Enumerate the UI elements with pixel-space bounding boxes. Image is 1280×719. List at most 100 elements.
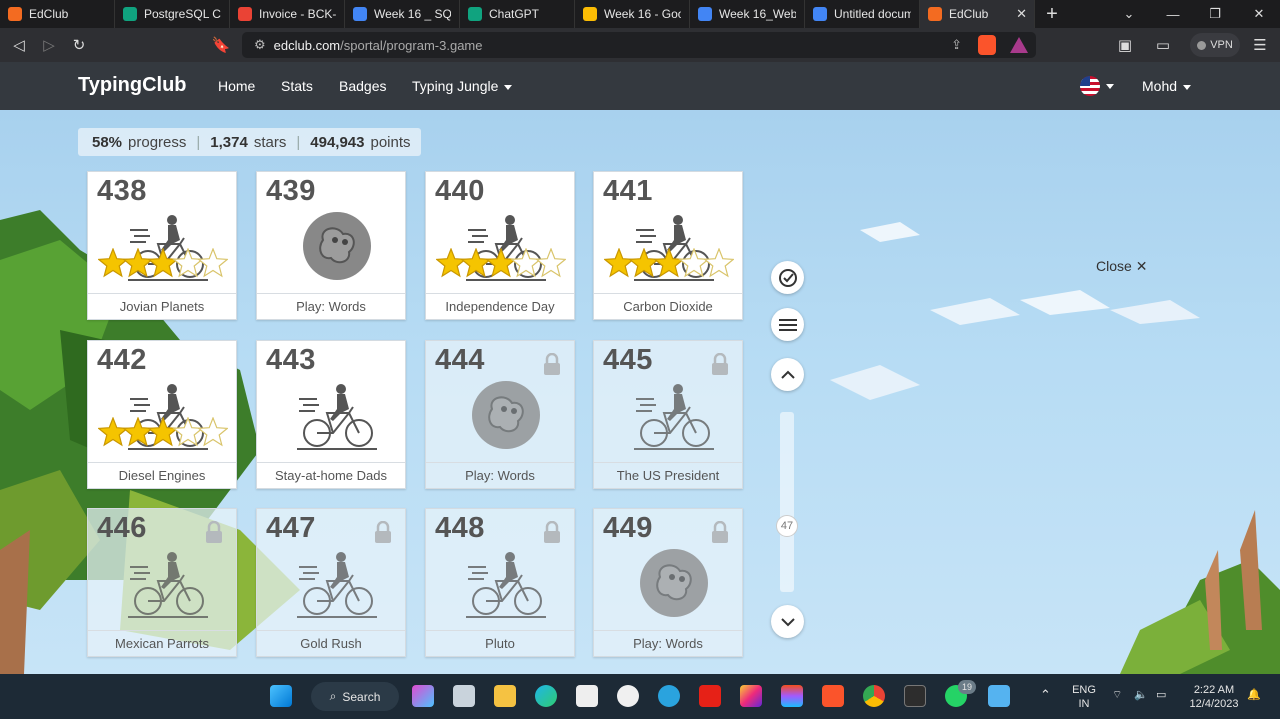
sidebar-toggle-icon[interactable]: ▣: [1110, 30, 1140, 60]
youtube-icon[interactable]: [699, 685, 721, 707]
browser-tab[interactable]: Week 16 _ SQL_: [345, 0, 460, 28]
edge-icon[interactable]: [535, 685, 557, 707]
progress-summary: 58% progress | 1,374 stars | 494,943 points: [78, 128, 421, 156]
chrome-icon[interactable]: [863, 685, 885, 707]
search-icon: ⌕: [329, 689, 337, 703]
lesson-title: Independence Day: [426, 293, 574, 319]
browser-tab[interactable]: Invoice - BCK-2: [230, 0, 345, 28]
windows-start-icon[interactable]: [270, 685, 292, 707]
lesson-title: Play: Words: [257, 293, 405, 319]
telegram-icon[interactable]: [658, 685, 680, 707]
instagram-icon[interactable]: [740, 685, 762, 707]
figma-icon[interactable]: [781, 685, 803, 707]
brave-icon[interactable]: [822, 685, 844, 707]
close-tab-icon[interactable]: ✕: [1016, 6, 1027, 22]
points-label: points: [370, 133, 411, 151]
lesson-card-442[interactable]: 442 Diesel Engines: [87, 340, 237, 489]
reload-button[interactable]: ↻: [64, 30, 94, 60]
lesson-number: 444: [435, 344, 485, 376]
menu-icon[interactable]: ☰: [1245, 30, 1275, 60]
tab-search-chevron-icon[interactable]: ⌄: [1108, 0, 1150, 28]
language-indicator[interactable]: ENG IN: [1068, 683, 1100, 711]
lesson-scroll-thumb[interactable]: 47: [776, 515, 798, 537]
nav-home[interactable]: Home: [218, 78, 255, 94]
lesson-scroll-track[interactable]: [780, 412, 794, 592]
language-chevron-icon[interactable]: [1106, 84, 1114, 89]
browser-tab[interactable]: Week 16 - Goog: [575, 0, 690, 28]
check-circle-icon[interactable]: [771, 261, 804, 294]
share-icon[interactable]: ⇪: [951, 37, 962, 53]
menu-list-icon[interactable]: [771, 308, 804, 341]
file-explorer-icon[interactable]: [494, 685, 516, 707]
maximize-button[interactable]: ❐: [1194, 0, 1236, 28]
browser-tab[interactable]: PostgreSQL Con: [115, 0, 230, 28]
lesson-card-448[interactable]: 448 Pluto: [425, 508, 575, 657]
lesson-card-439[interactable]: 439 Play: Words: [256, 171, 406, 320]
language-code: ENG: [1072, 684, 1096, 696]
copilot-icon[interactable]: [412, 685, 434, 707]
close-window-button[interactable]: ✕: [1238, 0, 1280, 28]
lesson-card-440[interactable]: 440 Independence Day: [425, 171, 575, 320]
task-view-icon[interactable]: [453, 685, 475, 707]
taskbar-search[interactable]: ⌕ Search: [311, 682, 399, 711]
tray-overflow-chevron-icon[interactable]: ⌃: [1040, 688, 1051, 702]
terminal-icon[interactable]: [904, 685, 926, 707]
lesson-card-447[interactable]: 447 Gold Rush: [256, 508, 406, 657]
us-flag-icon[interactable]: [1080, 76, 1100, 96]
tab-title: PostgreSQL Con: [144, 7, 221, 21]
wallet-icon[interactable]: ▭: [1148, 30, 1178, 60]
lesson-card-438[interactable]: 438 Jovian Planets: [87, 171, 237, 320]
lesson-card-441[interactable]: 441 Carbon Dioxide: [593, 171, 743, 320]
close-button[interactable]: Close ✕: [1096, 258, 1147, 275]
notepad-icon[interactable]: [988, 685, 1010, 707]
progress-percent: 58%: [92, 133, 123, 151]
wifi-icon[interactable]: ⌔: [1112, 688, 1122, 702]
github-icon[interactable]: [617, 685, 639, 707]
close-icon: ✕: [1135, 258, 1148, 274]
star-rating: [97, 416, 229, 449]
site-header: TypingClub Home Stats Badges Typing Jung…: [0, 62, 1280, 110]
nav-badges[interactable]: Badges: [339, 78, 386, 94]
lesson-card-449[interactable]: 449 Play: Words: [593, 508, 743, 657]
clock[interactable]: 2:22 AM 12/4/2023: [1182, 683, 1246, 711]
scroll-up-button[interactable]: [771, 358, 804, 391]
star-icon: [435, 247, 467, 278]
clock-time: 2:22 AM: [1193, 684, 1235, 696]
lesson-card-446[interactable]: 446 Mexican Parrots: [87, 508, 237, 657]
back-button[interactable]: ◁: [4, 30, 34, 60]
tab-title: Week 16_Web D: [719, 7, 796, 21]
lesson-card-443[interactable]: 443 Stay-at-home Dads: [256, 340, 406, 489]
notification-bell-icon[interactable]: 🔔: [1247, 688, 1261, 702]
scroll-down-button[interactable]: [771, 605, 804, 638]
site-info-icon[interactable]: ⚙: [254, 37, 266, 53]
brand-logo[interactable]: TypingClub: [78, 74, 187, 97]
star-icon: [653, 247, 685, 278]
new-tab-button[interactable]: +: [1035, 0, 1069, 28]
bookmark-icon[interactable]: 🔖: [206, 30, 236, 60]
brave-rewards-icon[interactable]: [1010, 37, 1028, 53]
lock-icon: [373, 520, 393, 543]
star-icon: [97, 247, 129, 278]
forward-button[interactable]: ▷: [34, 30, 64, 60]
excel-icon[interactable]: [576, 685, 598, 707]
browser-tab[interactable]: Week 16_Web D: [690, 0, 805, 28]
battery-icon[interactable]: ▭: [1156, 688, 1166, 702]
vpn-button[interactable]: VPN: [1190, 33, 1240, 57]
address-bar[interactable]: ⚙ edclub.com/sportal/program-3.game ⇪: [242, 32, 1036, 58]
lesson-card-445[interactable]: 445 The US President: [593, 340, 743, 489]
nav-stats[interactable]: Stats: [281, 78, 313, 94]
browser-tab[interactable]: Untitled docum: [805, 0, 920, 28]
nav-typing-jungle[interactable]: Typing Jungle: [412, 78, 513, 94]
browser-tab[interactable]: EdClub: [0, 0, 115, 28]
volume-icon[interactable]: 🔈: [1134, 688, 1148, 702]
lesson-card-444[interactable]: 444 Play: Words: [425, 340, 575, 489]
star-icon: [172, 416, 204, 447]
minimize-button[interactable]: —: [1152, 0, 1194, 28]
browser-tab[interactable]: EdClub ✕: [920, 0, 1035, 28]
brave-shield-icon[interactable]: [978, 35, 996, 55]
lock-icon: [542, 352, 562, 375]
browser-tab[interactable]: ChatGPT: [460, 0, 575, 28]
lesson-title: The US President: [594, 462, 742, 488]
lesson-stage: 58% progress | 1,374 stars | 494,943 points…: [0, 110, 1280, 674]
user-menu[interactable]: Mohd: [1142, 78, 1192, 94]
